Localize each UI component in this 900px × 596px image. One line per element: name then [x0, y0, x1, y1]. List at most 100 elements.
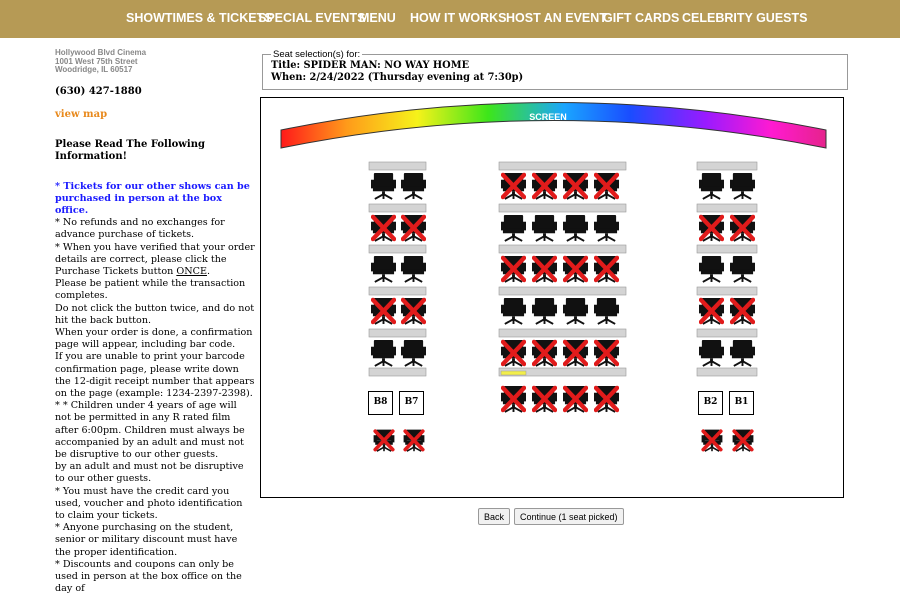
nav-menu[interactable]: MENU	[359, 11, 396, 25]
seat-taken	[563, 339, 588, 367]
row-bar	[368, 244, 427, 254]
screen-label: SCREEN	[529, 112, 567, 122]
row-bar	[368, 367, 427, 377]
seat-available[interactable]	[532, 214, 557, 242]
seat-taken	[594, 172, 619, 200]
seat-taken	[501, 385, 526, 413]
row-bar	[498, 328, 627, 338]
seat-taken	[532, 255, 557, 283]
seat-taken	[563, 172, 588, 200]
seat-taken	[730, 297, 755, 325]
seat-taken	[401, 297, 426, 325]
seat-available[interactable]	[730, 339, 755, 367]
info-line: When your order is done, a confirmation …	[55, 327, 253, 351]
screen-arc	[280, 102, 827, 149]
seat-taken	[403, 428, 425, 452]
seat-b1[interactable]: B1	[729, 391, 754, 415]
nav-host-an-event[interactable]: HOST AN EVENT	[506, 11, 607, 25]
seat-b7[interactable]: B7	[399, 391, 424, 415]
seat-available[interactable]	[563, 297, 588, 325]
seat-selection-summary: Seat selection(s) for: Title: SPIDER MAN…	[262, 49, 848, 90]
seat-taken	[401, 214, 426, 242]
seat-available[interactable]	[501, 297, 526, 325]
info-line: * Discounts and coupons can only be used…	[55, 558, 242, 595]
seat-available[interactable]	[401, 339, 426, 367]
seat-available[interactable]	[563, 214, 588, 242]
seat-taken	[701, 428, 723, 452]
selected-seat-indicator	[500, 370, 527, 376]
seat-label: B7	[404, 397, 419, 407]
seat-taken	[373, 428, 395, 452]
theater-address: Hollywood Blvd Cinema 1001 West 75th Str…	[55, 48, 255, 75]
info-line: Do not click the button twice, and do no…	[55, 302, 255, 326]
seat-taken	[371, 297, 396, 325]
seat-taken	[532, 385, 557, 413]
seat-taken	[501, 339, 526, 367]
seat-available[interactable]	[730, 172, 755, 200]
row-bar	[696, 286, 758, 296]
info-title: Please Read The Following Information!	[55, 139, 205, 163]
selection-legend: Seat selection(s) for:	[273, 49, 361, 60]
theater-phone: (630) 427-1880	[55, 85, 142, 97]
row-bar	[368, 286, 427, 296]
info-line: If you are unable to print your barcode …	[55, 351, 255, 400]
row-bar	[498, 203, 627, 213]
seat-available[interactable]	[401, 172, 426, 200]
seat-available[interactable]	[699, 172, 724, 200]
seat-available[interactable]	[371, 172, 396, 200]
seat-available[interactable]	[699, 339, 724, 367]
info-line: * You must have the credit card you used…	[55, 485, 243, 522]
seat-available[interactable]	[594, 214, 619, 242]
nav-how-it-works[interactable]: HOW IT WORKS	[410, 11, 507, 25]
seat-available[interactable]	[730, 255, 755, 283]
seat-available[interactable]	[371, 339, 396, 367]
selection-when: When: 2/24/2022 (Thursday evening at 7:3…	[271, 72, 524, 83]
left-column: Hollywood Blvd Cinema 1001 West 75th Str…	[55, 48, 255, 596]
row-bar	[696, 161, 758, 171]
nav-celebrity-guests[interactable]: CELEBRITY GUESTS	[682, 11, 807, 25]
row-bar	[696, 244, 758, 254]
row-bar	[368, 203, 427, 213]
row-bar	[498, 161, 627, 171]
seat-taken	[699, 297, 724, 325]
info-blue-note: * Tickets for our other shows can be pur…	[55, 180, 250, 216]
seat-taken	[699, 214, 724, 242]
continue-button[interactable]: Continue (1 seat picked)	[514, 508, 624, 525]
selection-title: Title: SPIDER MAN: NO WAY HOME	[271, 60, 470, 71]
nav-showtimes[interactable]: SHOWTIMES & TICKETS	[126, 11, 273, 25]
seat-taken	[732, 428, 754, 452]
seat-taken	[501, 255, 526, 283]
info-text: * Tickets for our other shows can be pur…	[55, 181, 255, 596]
seat-b8[interactable]: B8	[368, 391, 393, 415]
seat-available[interactable]	[401, 255, 426, 283]
row-bar	[696, 328, 758, 338]
seat-taken	[371, 214, 396, 242]
row-bar	[498, 244, 627, 254]
seat-taken	[594, 255, 619, 283]
view-map-link[interactable]: view map	[55, 109, 255, 121]
seat-label: B2	[703, 397, 718, 407]
info-line: Please be patient while the transaction …	[55, 278, 246, 302]
seat-available[interactable]	[532, 297, 557, 325]
seat-taken	[563, 385, 588, 413]
back-button[interactable]: Back	[478, 508, 511, 525]
row-bar	[696, 203, 758, 213]
seat-available[interactable]	[501, 214, 526, 242]
seat-taken	[594, 339, 619, 367]
seating-chart: SCREEN	[260, 97, 844, 498]
theater-city: Woodridge, IL 60517	[55, 65, 133, 75]
info-line: * When you have verified that your order…	[55, 241, 255, 278]
row-bar	[368, 328, 427, 338]
seat-b2[interactable]: B2	[698, 391, 723, 415]
seat-taken	[594, 385, 619, 413]
info-line: * * Children under 4 years of age will n…	[55, 400, 245, 461]
nav-gift-cards[interactable]: GIFT CARDS	[603, 11, 679, 25]
nav-special-events[interactable]: SPECIAL EVENTS	[258, 11, 365, 25]
info-line: * No refunds and no exchanges for advanc…	[55, 217, 225, 241]
seat-available[interactable]	[594, 297, 619, 325]
seat-taken	[532, 339, 557, 367]
seat-available[interactable]	[371, 255, 396, 283]
seating-map: SCREEN	[280, 102, 827, 452]
seat-available[interactable]	[699, 255, 724, 283]
row-bar	[368, 161, 427, 171]
